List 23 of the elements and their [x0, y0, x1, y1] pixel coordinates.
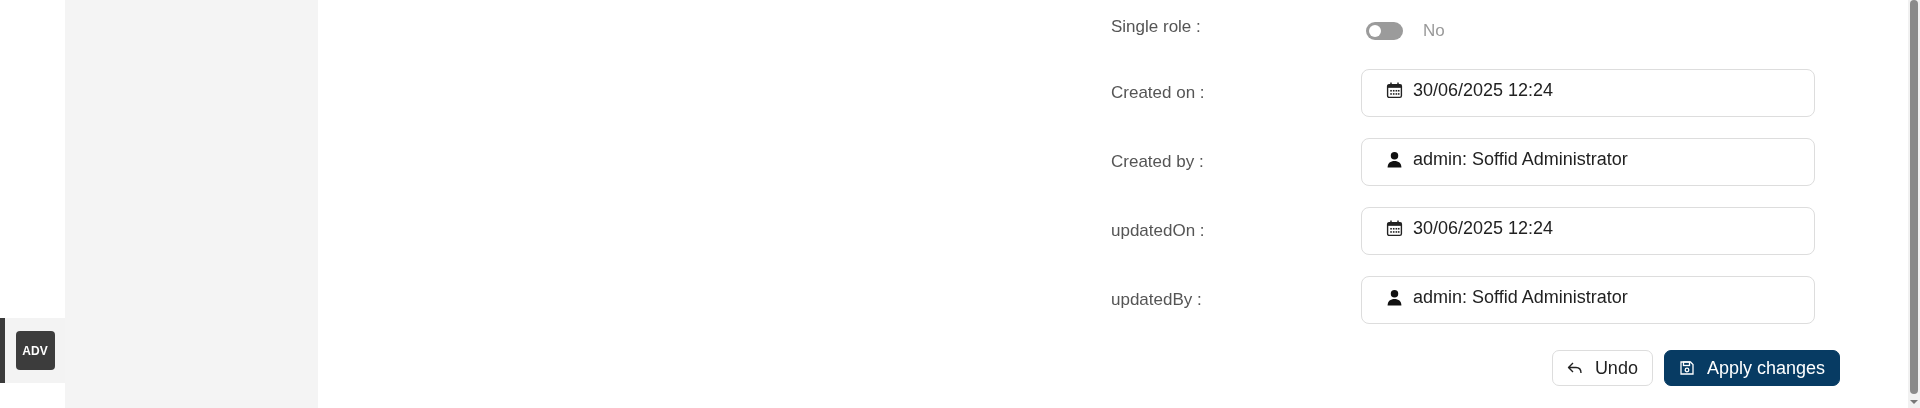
user-icon: [1386, 151, 1403, 168]
input-field[interactable]: admin: Soffid Administrator: [1361, 276, 1815, 324]
input-field[interactable]: 30/06/2025 12:24: [1361, 207, 1815, 255]
field-label: Created by :: [1111, 152, 1205, 172]
field-label: updatedBy :: [1111, 290, 1203, 310]
calendar-icon: [1386, 82, 1403, 99]
input-field[interactable]: admin: Soffid Administrator: [1361, 138, 1815, 186]
toggle-switch[interactable]: [1366, 22, 1403, 40]
scroll-down-icon[interactable]: [1909, 399, 1919, 405]
scrollbar[interactable]: [1908, 0, 1920, 408]
reply-arrow-icon: [1566, 360, 1583, 376]
field-label: updatedOn :: [1111, 221, 1206, 241]
undo-button[interactable]: Undo: [1551, 350, 1653, 386]
toggle-value: No: [1423, 21, 1445, 41]
calendar-icon: [1386, 220, 1403, 237]
field-label: Single role :: [1111, 17, 1202, 37]
save-icon: [1678, 360, 1695, 376]
input-field[interactable]: 30/06/2025 12:24: [1361, 69, 1815, 117]
field-label: Created on :: [1111, 83, 1206, 103]
rail-item[interactable]: ADV: [0, 318, 65, 383]
adv-button[interactable]: ADV: [15, 331, 55, 370]
user-icon: [1386, 289, 1403, 306]
apply-button[interactable]: Apply changes: [1663, 350, 1840, 386]
